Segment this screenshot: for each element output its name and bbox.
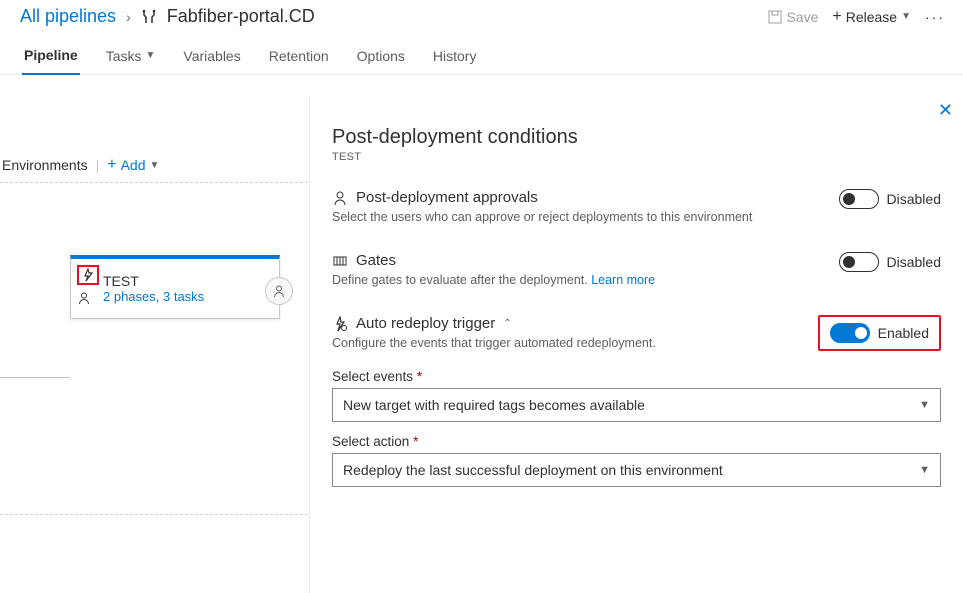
release-button[interactable]: + Release ▼: [832, 8, 911, 26]
person-icon: [77, 291, 99, 305]
approvals-toggle[interactable]: [839, 189, 879, 209]
chevron-down-icon: ▼: [901, 11, 911, 22]
more-actions-button[interactable]: ···: [925, 9, 945, 25]
redeploy-state: Enabled: [878, 325, 929, 341]
tab-retention[interactable]: Retention: [267, 41, 331, 74]
stage-card[interactable]: TEST 2 phases, 3 tasks: [70, 255, 280, 319]
environments-header: Environments: [0, 157, 88, 173]
select-events-label: Select events: [332, 369, 413, 384]
redeploy-icon: [332, 316, 348, 332]
gates-toggle[interactable]: [839, 252, 879, 272]
redeploy-toggle-highlight: Enabled: [818, 315, 941, 351]
breadcrumb: All pipelines › Fabfiber-portal.CD: [20, 6, 315, 27]
tab-tasks-label: Tasks: [106, 48, 142, 64]
panel-title: Post-deployment conditions: [332, 126, 941, 149]
redeploy-desc: Configure the events that trigger automa…: [332, 336, 798, 350]
add-label: Add: [121, 157, 146, 173]
gates-icon: [332, 253, 348, 269]
tab-options[interactable]: Options: [355, 41, 407, 74]
panel-subtitle: TEST: [332, 151, 941, 163]
trigger-icon: [81, 268, 95, 282]
select-action-value: Redeploy the last successful deployment …: [343, 462, 723, 478]
stage-name: TEST: [103, 273, 204, 289]
approvals-title: Post-deployment approvals: [356, 189, 538, 206]
approvals-state: Disabled: [887, 191, 941, 207]
divider: |: [96, 157, 100, 173]
plus-icon: +: [832, 8, 841, 26]
tab-tasks[interactable]: Tasks ▼: [104, 41, 158, 74]
select-action-label: Select action: [332, 434, 409, 449]
connector-line: [0, 377, 70, 378]
divider: [0, 514, 308, 515]
save-button: Save: [768, 9, 818, 25]
required-marker: *: [417, 369, 422, 384]
redeploy-toggle[interactable]: [830, 323, 870, 343]
post-deploy-conditions-button[interactable]: [265, 277, 293, 305]
tab-pipeline[interactable]: Pipeline: [22, 41, 80, 75]
gates-title: Gates: [356, 252, 396, 269]
add-environment-button[interactable]: + Add ▼: [107, 156, 159, 174]
redeploy-title: Auto redeploy trigger: [356, 315, 495, 332]
post-deploy-panel: ✕ Post-deployment conditions TEST Post-d…: [309, 96, 963, 593]
gates-learn-more-link[interactable]: Learn more: [591, 273, 655, 287]
chevron-down-icon: ▼: [919, 464, 930, 476]
stage-tasks-link[interactable]: 2 phases, 3 tasks: [103, 289, 204, 304]
chevron-up-icon[interactable]: ⌃: [503, 318, 511, 329]
select-events-value: New target with required tags becomes av…: [343, 397, 645, 413]
chevron-right-icon: ›: [126, 9, 131, 25]
chevron-down-icon: ▼: [150, 160, 160, 171]
close-button[interactable]: ✕: [938, 100, 953, 121]
gates-state: Disabled: [887, 254, 941, 270]
save-icon: [768, 10, 782, 24]
approvals-desc: Select the users who can approve or reje…: [332, 210, 819, 224]
breadcrumb-root-link[interactable]: All pipelines: [20, 6, 116, 27]
tab-bar: Pipeline Tasks ▼ Variables Retention Opt…: [0, 33, 963, 75]
required-marker: *: [413, 434, 418, 449]
tab-variables[interactable]: Variables: [181, 41, 242, 74]
save-label: Save: [786, 9, 818, 25]
select-action-dropdown[interactable]: Redeploy the last successful deployment …: [332, 453, 941, 487]
person-icon: [272, 284, 286, 298]
release-label: Release: [846, 9, 897, 25]
gates-desc: Define gates to evaluate after the deplo…: [332, 273, 591, 287]
person-icon: [332, 190, 348, 206]
plus-icon: +: [107, 156, 116, 174]
tab-history[interactable]: History: [431, 41, 479, 74]
trigger-icon-highlight: [77, 265, 99, 285]
breadcrumb-current: Fabfiber-portal.CD: [167, 6, 315, 27]
pipeline-icon: [141, 9, 157, 25]
select-events-dropdown[interactable]: New target with required tags becomes av…: [332, 388, 941, 422]
chevron-down-icon: ▼: [919, 399, 930, 411]
chevron-down-icon: ▼: [145, 50, 155, 61]
